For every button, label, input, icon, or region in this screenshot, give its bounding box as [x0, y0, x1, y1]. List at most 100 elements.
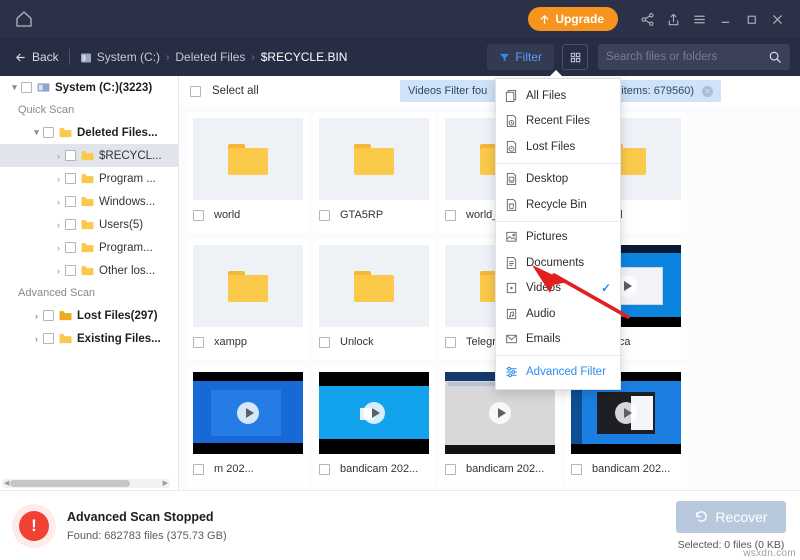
- item-checkbox[interactable]: [65, 196, 76, 207]
- sidebar-item-program[interactable]: › Program ...: [0, 167, 178, 190]
- menu-item-desktop[interactable]: Desktop: [496, 167, 620, 193]
- root-checkbox[interactable]: [21, 82, 32, 93]
- file-checkbox[interactable]: [193, 209, 204, 221]
- file-checkbox[interactable]: [193, 463, 204, 475]
- close-circle-icon[interactable]: ✕: [702, 85, 714, 97]
- upgrade-button[interactable]: Upgrade: [528, 7, 618, 31]
- chevron-right-icon[interactable]: ›: [52, 220, 65, 230]
- select-all-box[interactable]: [190, 85, 201, 97]
- chevron-right-icon[interactable]: ›: [52, 197, 65, 207]
- menu-item-documents[interactable]: Documents: [496, 250, 620, 276]
- file-cell[interactable]: GTA5RP: [313, 112, 435, 233]
- menu-item-label: Recycle Bin: [526, 198, 587, 211]
- banner-text-left: Videos Filter fou: [408, 85, 488, 97]
- minimize-icon[interactable]: [712, 6, 738, 32]
- search-icon[interactable]: [768, 50, 782, 64]
- folder-icon: [59, 128, 72, 138]
- sidebar-scroll-thumb[interactable]: [10, 480, 130, 487]
- play-icon[interactable]: [615, 402, 637, 424]
- search-box[interactable]: [598, 44, 790, 70]
- share-icon[interactable]: [634, 6, 660, 32]
- menu-item-recycle-bin[interactable]: Recycle Bin: [496, 192, 620, 218]
- item-checkbox[interactable]: [65, 173, 76, 184]
- sidebar-item-program[interactable]: › Program...: [0, 236, 178, 259]
- search-input[interactable]: [606, 51, 768, 63]
- file-cell[interactable]: xampp: [187, 239, 309, 360]
- file-cell[interactable]: m 202...: [187, 366, 309, 487]
- home-icon[interactable]: [14, 9, 34, 29]
- sidebar-item-deleted-files[interactable]: ▾ Deleted Files...: [0, 121, 178, 144]
- file-checkbox[interactable]: [445, 463, 456, 475]
- file-name: xampp: [214, 336, 248, 348]
- breadcrumb-item-0[interactable]: System (C:): [97, 50, 160, 64]
- menu-item-audio[interactable]: Audio: [496, 301, 620, 327]
- file-cell[interactable]: Unlock: [313, 239, 435, 360]
- file-thumbnail[interactable]: [193, 372, 303, 454]
- file-checkbox[interactable]: [193, 336, 204, 348]
- menu-item-videos[interactable]: Videos ✓: [496, 276, 620, 302]
- grid-view-icon[interactable]: [562, 44, 588, 70]
- chevron-down-icon[interactable]: ▾: [8, 82, 21, 93]
- play-icon[interactable]: [237, 402, 259, 424]
- item-checkbox[interactable]: [43, 127, 54, 138]
- close-icon[interactable]: [764, 6, 790, 32]
- chevron-right-icon[interactable]: ›: [52, 174, 65, 184]
- lost-files-icon: [506, 140, 517, 153]
- sidebar-item-windows[interactable]: › Windows...: [0, 190, 178, 213]
- menu-item-lost-files[interactable]: Lost Files: [496, 134, 620, 160]
- sidebar-item-other-los[interactable]: › Other los...: [0, 259, 178, 282]
- menu-icon[interactable]: [686, 6, 712, 32]
- chevron-right-icon[interactable]: ›: [52, 151, 65, 161]
- file-checkbox[interactable]: [319, 463, 330, 475]
- chevron-down-icon[interactable]: ▾: [30, 127, 43, 138]
- maximize-icon[interactable]: [738, 6, 764, 32]
- file-cell[interactable]: bandicam 202...: [313, 366, 435, 487]
- recover-button[interactable]: Recover: [676, 500, 786, 533]
- breadcrumb-item-1[interactable]: Deleted Files: [175, 50, 245, 64]
- item-checkbox[interactable]: [65, 242, 76, 253]
- file-checkbox[interactable]: [445, 209, 456, 221]
- sidebar-item-lost-files-297[interactable]: › Lost Files(297): [0, 304, 178, 327]
- check-icon: ✓: [600, 281, 611, 296]
- item-checkbox[interactable]: [43, 310, 54, 321]
- file-checkbox[interactable]: [445, 336, 456, 348]
- file-thumbnail[interactable]: [319, 372, 429, 454]
- chevron-right-icon[interactable]: ›: [52, 266, 65, 276]
- item-checkbox[interactable]: [43, 333, 54, 344]
- play-icon[interactable]: [363, 402, 385, 424]
- menu-item-emails[interactable]: Emails: [496, 327, 620, 353]
- sidebar-hscrollbar[interactable]: ◀ ▶: [2, 479, 170, 488]
- select-all-checkbox[interactable]: Select all: [190, 85, 259, 97]
- export-icon[interactable]: [660, 6, 686, 32]
- menu-item-pictures[interactable]: Pictures: [496, 225, 620, 251]
- file-checkbox[interactable]: [319, 336, 330, 348]
- sidebar-item-users-5[interactable]: › Users(5): [0, 213, 178, 236]
- audio-icon: [506, 308, 517, 319]
- chevron-right-icon[interactable]: ›: [30, 311, 43, 321]
- file-thumbnail[interactable]: [193, 245, 303, 327]
- item-checkbox[interactable]: [65, 219, 76, 230]
- menu-item-advanced-filter[interactable]: Advanced Filter: [496, 359, 620, 385]
- title-bar: Upgrade: [0, 0, 800, 38]
- item-checkbox[interactable]: [65, 265, 76, 276]
- file-thumbnail[interactable]: [319, 118, 429, 200]
- play-icon[interactable]: [489, 402, 511, 424]
- file-thumbnail[interactable]: [193, 118, 303, 200]
- sidebar-item--recycl[interactable]: › $RECYCL...: [0, 144, 178, 167]
- scroll-left-arrow[interactable]: ◀: [4, 480, 9, 487]
- file-cell[interactable]: world: [187, 112, 309, 233]
- file-thumbnail[interactable]: [319, 245, 429, 327]
- file-checkbox[interactable]: [319, 209, 330, 221]
- back-button[interactable]: Back: [14, 50, 59, 64]
- chevron-right-icon[interactable]: ›: [52, 243, 65, 253]
- sidebar-item-root[interactable]: ▾ System (C:)(3223): [0, 76, 178, 99]
- sidebar-item-existing-files[interactable]: › Existing Files...: [0, 327, 178, 350]
- file-checkbox[interactable]: [571, 463, 582, 475]
- breadcrumb-item-2[interactable]: $RECYCLE.BIN: [261, 50, 348, 64]
- menu-item-recent-files[interactable]: Recent Files: [496, 109, 620, 135]
- item-checkbox[interactable]: [65, 150, 76, 161]
- scroll-right-arrow[interactable]: ▶: [163, 480, 168, 487]
- filter-button[interactable]: Filter: [487, 44, 554, 70]
- chevron-right-icon[interactable]: ›: [30, 334, 43, 344]
- menu-item-all-files[interactable]: All Files: [496, 83, 620, 109]
